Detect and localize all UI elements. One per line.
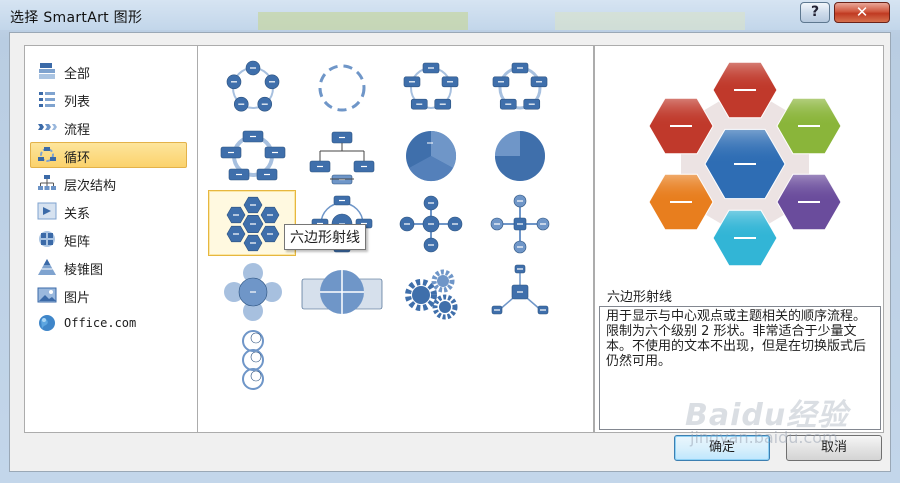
layout-diverging-radial[interactable] (475, 190, 563, 256)
category-label: 列表 (64, 95, 91, 110)
category-label: 图片 (64, 291, 91, 306)
category-item[interactable]: 层次结构 (30, 170, 187, 196)
category-item[interactable]: 列表 (30, 86, 187, 112)
watermark-url: jingyan.baidu.com (690, 428, 838, 447)
category-item[interactable]: 矩阵 (30, 226, 187, 252)
category-item[interactable]: 关系 (30, 198, 187, 224)
layout-tooltip: 六边形射线 (284, 224, 366, 250)
list-icon (39, 92, 55, 107)
basic-cycle-thumbnail (226, 60, 280, 112)
category-item[interactable]: 图片 (30, 282, 187, 308)
nondirectional-cycle-thumbnail (492, 62, 548, 110)
layout-radial-venn[interactable] (208, 258, 296, 324)
office-globe-icon (39, 315, 55, 331)
layout-gear[interactable] (386, 258, 474, 324)
picture-icon (37, 287, 57, 303)
cycle-matrix-thumbnail (301, 270, 383, 314)
category-item[interactable]: Office.com (30, 310, 187, 336)
help-button[interactable]: ? (800, 2, 830, 23)
category-list[interactable]: 全部列表流程循环层次结构关系矩阵棱锥图图片 Office.com (24, 45, 198, 433)
layout-radial-cluster[interactable] (475, 258, 563, 324)
all-icon (39, 63, 55, 79)
layout-hexagon-radial[interactable] (208, 190, 296, 256)
title-bar[interactable]: 选择 SmartArt 图形 ? ✕ (0, 0, 900, 30)
radial-cluster-thumbnail (491, 264, 549, 315)
category-item[interactable]: 循环 (30, 142, 187, 168)
category-label: 棱锥图 (64, 263, 104, 278)
hexagon-radial-preview (648, 61, 842, 267)
diverging-radial-thumbnail (490, 194, 550, 254)
radial-cycle-thumbnail (399, 195, 463, 253)
relationship-icon (37, 202, 57, 220)
layout-cycle-matrix[interactable] (297, 258, 385, 324)
layout-basic-pie[interactable] (386, 122, 474, 188)
background-strip (555, 12, 745, 30)
category-label: 关系 (64, 207, 91, 222)
layout-gallery[interactable] (198, 45, 594, 433)
block-cycle-thumbnail (403, 62, 459, 110)
category-item[interactable]: 全部 (30, 58, 187, 84)
layout-radial-cycle[interactable] (386, 190, 474, 256)
layout-segmented-cycle[interactable] (297, 122, 385, 188)
multidirectional-pie-thumbnail (495, 131, 545, 181)
dialog-title: 选择 SmartArt 图形 (10, 10, 143, 26)
process-icon (38, 124, 57, 130)
circle-arrow-process-thumbnail (242, 330, 264, 390)
category-label: Office.com (64, 316, 137, 330)
layout-text-cycle[interactable] (297, 54, 385, 120)
background-strip (258, 12, 468, 30)
text-cycle-thumbnail (318, 64, 366, 112)
category-label: 矩阵 (64, 235, 91, 250)
radial-venn-thumbnail (224, 263, 282, 321)
preview-title: 六边形射线 (607, 290, 673, 305)
preview-panel: 六边形射线 用于显示与中心观点或主题相关的顺序流程。限制为六个级别 2 形状。非… (594, 45, 884, 433)
hierarchy-icon (38, 175, 56, 190)
layout-block-cycle[interactable] (386, 54, 474, 120)
matrix-icon (39, 231, 55, 247)
gear-thumbnail (405, 269, 458, 320)
category-label: 层次结构 (64, 179, 117, 194)
category-label: 全部 (64, 67, 91, 82)
pyramid-icon (38, 259, 56, 275)
category-label: 循环 (64, 151, 91, 166)
smartart-dialog: 选择 SmartArt 图形 ? ✕ 全部列表流程循环层次结构关系矩阵棱锥图图片… (0, 0, 900, 483)
category-item[interactable]: 流程 (30, 114, 187, 140)
category-item[interactable]: 棱锥图 (30, 254, 187, 280)
layout-multidirectional-pie[interactable] (475, 122, 563, 188)
cycle-icon (38, 147, 56, 162)
continuous-cycle-thumbnail (220, 130, 286, 181)
layout-circle-arrow-process[interactable] (208, 326, 296, 392)
layout-nondirectional-cycle[interactable] (475, 54, 563, 120)
close-button[interactable]: ✕ (834, 2, 890, 23)
layout-basic-cycle[interactable] (208, 54, 296, 120)
category-label: 流程 (64, 123, 91, 138)
segmented-cycle-thumbnail (309, 131, 375, 185)
layout-continuous-cycle[interactable] (208, 122, 296, 188)
basic-pie-thumbnail (406, 130, 457, 182)
